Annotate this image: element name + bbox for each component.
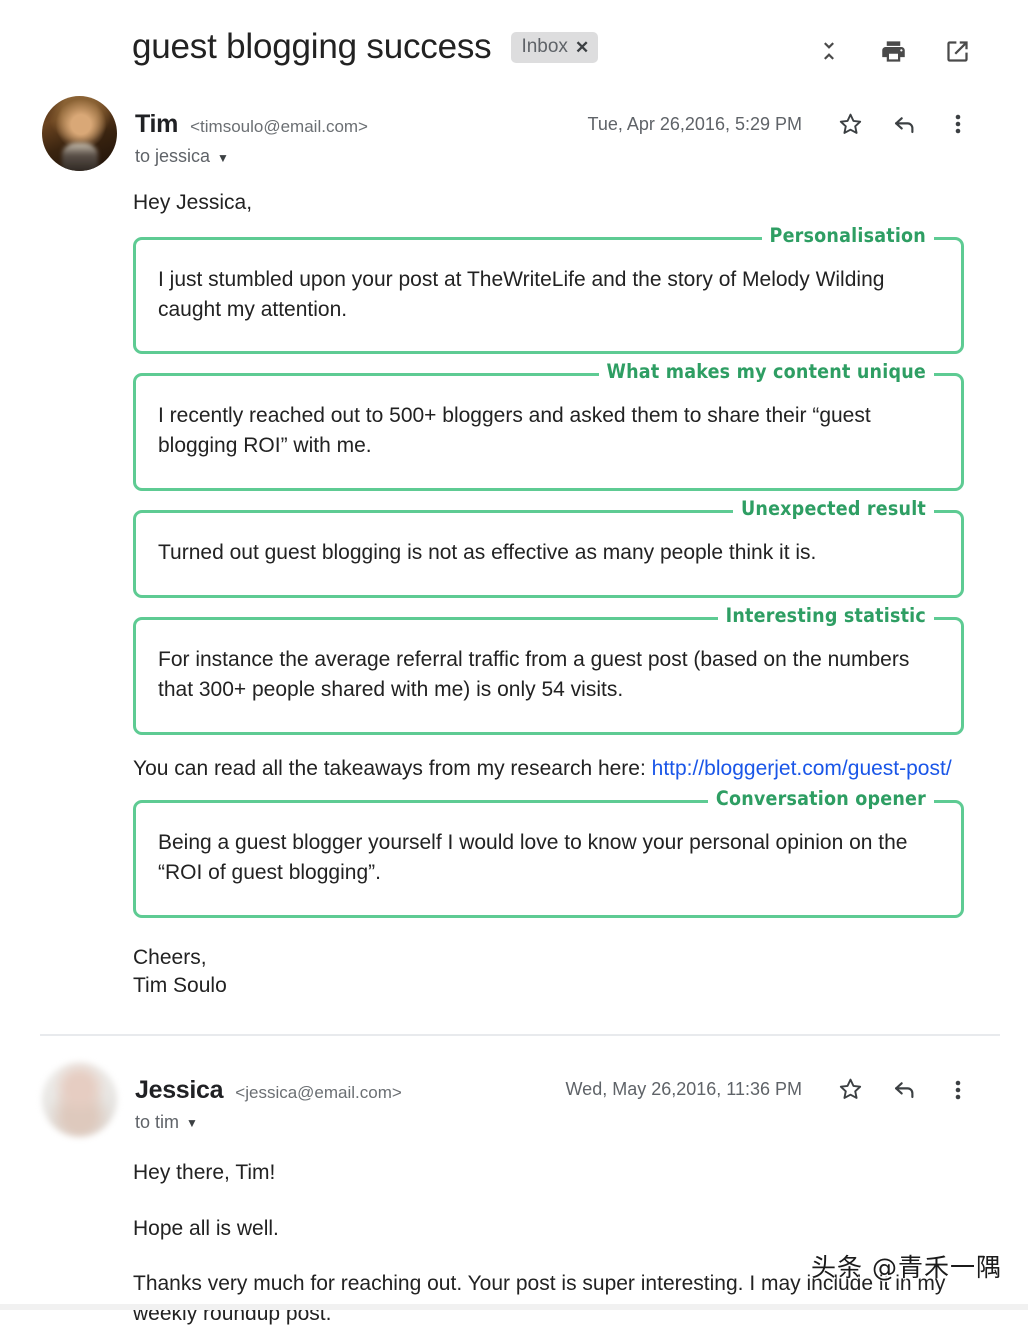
signature-line-2: Tim Soulo [133,973,227,997]
avatar [42,96,117,171]
message-date: Wed, May 26,2016, 11:36 PM [565,1079,802,1100]
annotated-text: Being a guest blogger yourself I would l… [158,831,908,885]
annotated-block-conversation-opener: Conversation opener Being a guest blogge… [133,789,964,918]
print-icon[interactable] [878,36,908,66]
annotated-text: I just stumbled upon your post at TheWri… [158,267,885,321]
annotation-label: Conversation opener [707,789,934,809]
annotated-block-interesting-statistic: Interesting statistic For instance the a… [133,606,964,735]
research-link[interactable]: http://bloggerjet.com/guest-post/ [652,757,952,780]
annotated-text: Turned out guest blogging is not as effe… [158,541,817,565]
message-header: Tim <timsoulo@email.com> to jessica ▼ Tu… [0,96,1000,176]
takeaways-paragraph: You can read all the takeaways from my r… [133,754,964,784]
star-icon[interactable] [836,110,864,138]
message-actions: Tue, Apr 26,2016, 5:29 PM [588,110,972,138]
body-paragraph: Hope all is well. [133,1216,279,1240]
annotation-label: Interesting statistic [717,606,934,626]
inbox-label-chip[interactable]: Inbox ✕ [511,32,599,63]
more-options-icon[interactable] [944,1076,972,1104]
message-jessica: Jessica <jessica@email.com> to tim ▼ Wed… [0,1061,1028,1329]
annotated-text: For instance the average referral traffi… [158,647,910,701]
annotation-label: What makes my content unique [598,362,934,382]
more-options-icon[interactable] [944,110,972,138]
thread-header: guest blogging success Inbox ✕ [0,0,1028,96]
remove-label-icon[interactable]: ✕ [575,39,589,56]
annotated-text: I recently reached out to 500+ bloggers … [158,404,871,458]
sender-email: <timsoulo@email.com> [190,117,368,136]
chevron-down-icon[interactable]: ▼ [217,152,229,164]
annotated-block-personalisation: Personalisation I just stumbled upon you… [133,226,964,355]
annotated-block-unexpected-result: Unexpected result Turned out guest blogg… [133,499,964,598]
sender-name: Jessica [135,1075,224,1104]
message-body: Hey Jessica, Personalisation I just stum… [0,176,1000,1000]
recipient-label: to tim [135,1111,180,1132]
recipient-row[interactable]: to tim ▼ [135,1112,1000,1133]
message-tim: Tim <timsoulo@email.com> to jessica ▼ Tu… [0,96,1028,1000]
message-header: Jessica <jessica@email.com> to tim ▼ Wed… [0,1061,1000,1142]
greeting-text: Hey Jessica, [133,191,253,214]
bottom-strip [0,1304,1028,1310]
inbox-label-text: Inbox [521,36,568,57]
annotation-label: Unexpected result [732,499,934,519]
message-divider [40,1033,1000,1036]
reply-icon[interactable] [890,110,918,138]
sender-name: Tim [135,110,179,138]
chevron-down-icon[interactable]: ▼ [186,1117,198,1129]
page-title: guest blogging success [132,27,492,66]
collapse-all-icon[interactable] [814,36,844,66]
header-actions [814,36,972,66]
body-paragraph: Thanks very much for reaching out. Your … [133,1272,946,1326]
annotation-label: Personalisation [761,226,934,246]
star-icon[interactable] [836,1076,864,1104]
body-paragraph: Hey there, Tim! [133,1160,276,1184]
recipient-label: to jessica [135,146,211,166]
takeaways-text: You can read all the takeaways from my r… [133,756,652,780]
message-body: Hey there, Tim! Hope all is well. Thanks… [0,1142,1000,1329]
annotated-block-unique-content: What makes my content unique I recently … [133,362,964,492]
avatar [42,1061,117,1137]
signature: Cheers, Tim Soulo [133,944,964,1000]
reply-icon[interactable] [890,1076,918,1104]
sender-email: <jessica@email.com> [235,1082,402,1102]
message-date: Tue, Apr 26,2016, 5:29 PM [587,113,802,134]
message-actions: Wed, May 26,2016, 11:36 PM [566,1076,972,1104]
recipient-row[interactable]: to jessica ▼ [135,146,1000,167]
open-in-new-window-icon[interactable] [942,36,972,66]
signature-line-1: Cheers, [133,945,207,969]
